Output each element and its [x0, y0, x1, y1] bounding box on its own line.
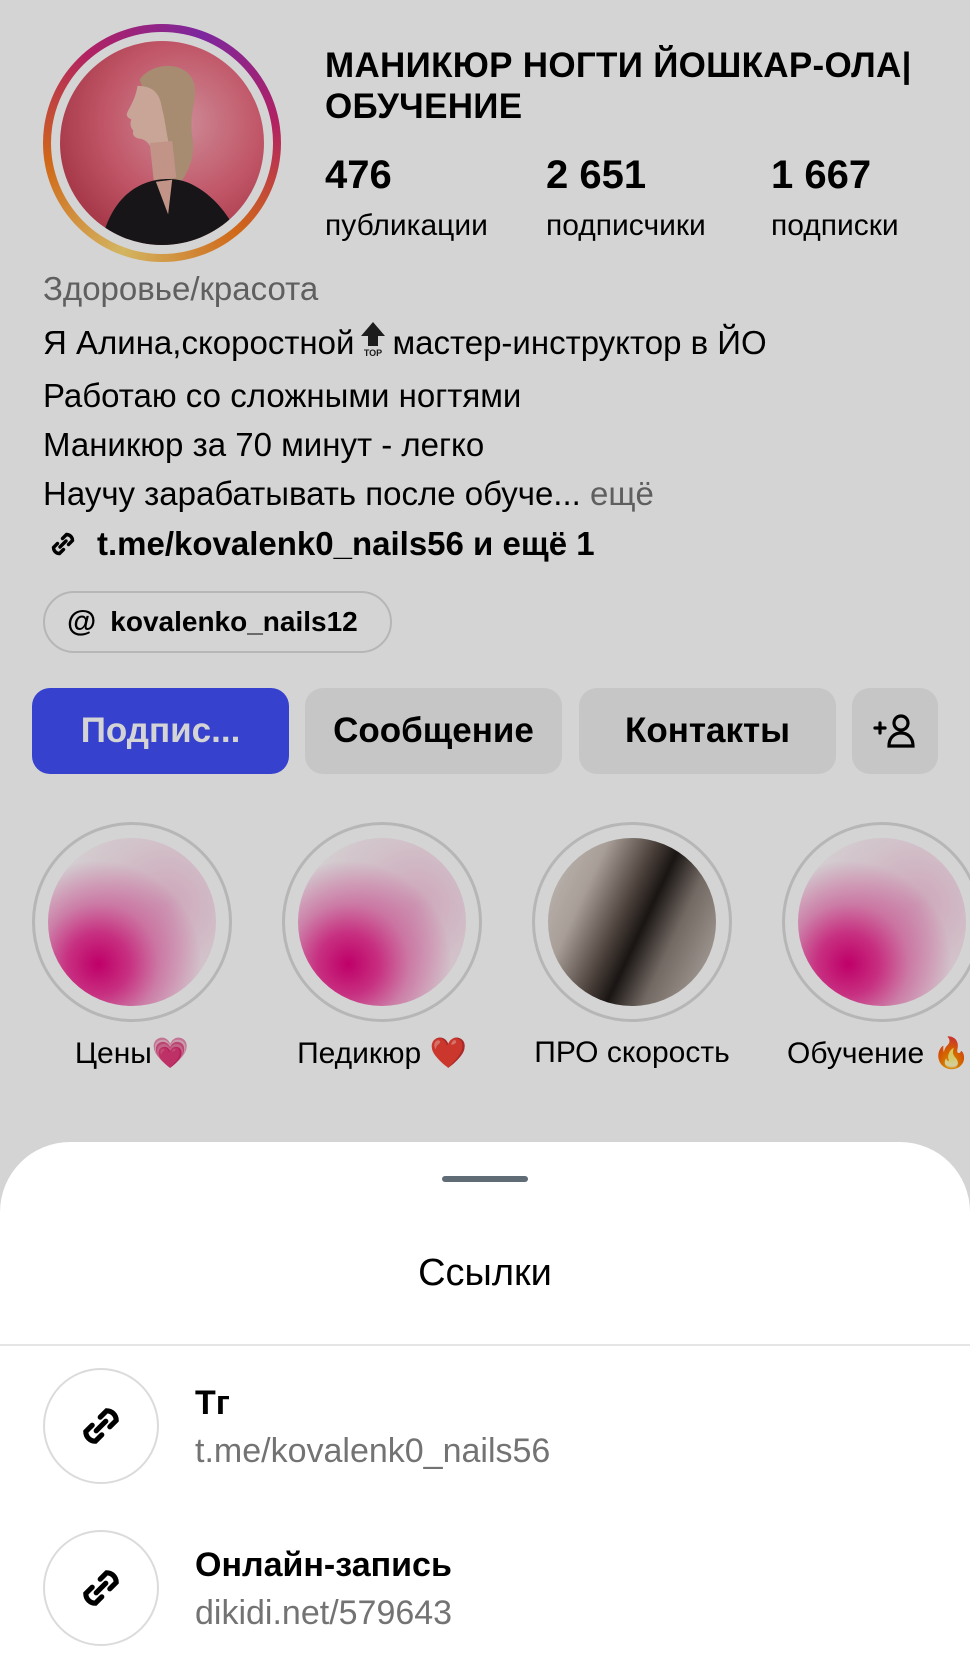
link-icon [83, 1408, 119, 1444]
sheet-title: Ссылки [418, 1252, 552, 1294]
link-icon-circle [43, 1530, 159, 1646]
link-title: Онлайн-запись [195, 1546, 452, 1584]
link-url: t.me/kovalenk0_nails56 [195, 1432, 551, 1470]
link-icon-circle [43, 1368, 159, 1484]
link-item-telegram[interactable]: Тг t.me/kovalenk0_nails56 [43, 1368, 923, 1488]
sheet-divider [0, 1344, 970, 1346]
link-title: Тг [195, 1384, 230, 1422]
link-icon [83, 1570, 119, 1606]
link-item-booking[interactable]: Онлайн-запись dikidi.net/579643 [43, 1530, 923, 1650]
links-bottom-sheet: Ссылки Тг t.me/kovalenk0_nails56 Онлайн-… [0, 1142, 970, 1680]
sheet-drag-handle[interactable] [442, 1176, 528, 1182]
link-url: dikidi.net/579643 [195, 1594, 453, 1632]
